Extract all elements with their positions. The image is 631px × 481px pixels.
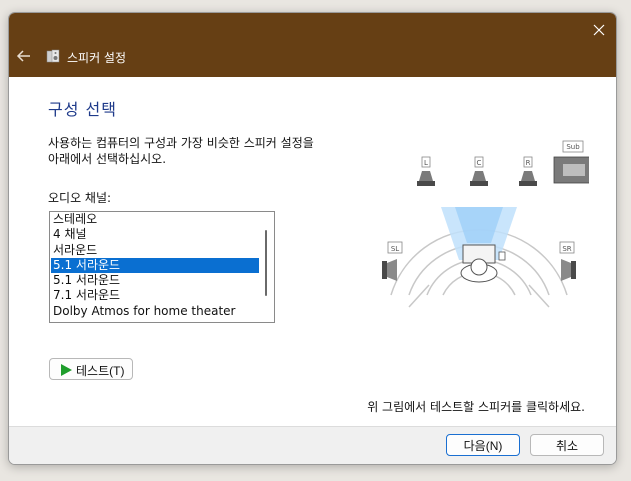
audio-channel-option[interactable]: 7.1 서라운드 (51, 288, 259, 303)
speaker-diagram: L C R Sub SL SR (382, 140, 589, 308)
speaker-setup-dialog: 스피커 설정 구성 선택 사용하는 컴퓨터의 구성과 가장 비슷한 스피커 설정… (8, 12, 617, 465)
back-arrow-icon[interactable] (15, 47, 33, 65)
speaker-front-left-label: L (424, 159, 428, 167)
window-title: 스피커 설정 (67, 51, 127, 65)
speaker-surround-right-label: SR (562, 245, 571, 253)
speaker-center-label: C (477, 159, 482, 167)
next-button[interactable]: 다음(N) (446, 434, 520, 456)
test-button[interactable]: 테스트(T) (49, 358, 133, 380)
audio-channel-list[interactable]: 스테레오 4 채널 서라운드 5.1 서라운드 5.1 서라운드 7.1 서라운드 Dolb… (49, 211, 275, 323)
audio-channel-option[interactable]: 스테레오 (51, 212, 259, 227)
cancel-button[interactable]: 취소 (530, 434, 604, 456)
play-icon (61, 364, 72, 376)
dialog-footer: 다음(N) 취소 (9, 426, 616, 464)
speaker-front-right[interactable]: R (519, 156, 537, 186)
title-bar: 스피커 설정 (9, 13, 616, 77)
audio-channel-label: 오디오 채널: (48, 191, 112, 205)
speaker-front-left[interactable]: L (417, 156, 435, 186)
speaker-front-right-label: R (526, 159, 531, 167)
test-hint-text: 위 그림에서 테스트할 스피커를 클릭하세요. (367, 400, 585, 414)
instruction-text: 사용하는 컴퓨터의 구성과 가장 비슷한 스피커 설정을 아래에서 선택하십시오… (48, 136, 314, 166)
audio-channel-option[interactable]: 5.1 서라운드 (51, 273, 259, 288)
speaker-center[interactable]: C (470, 156, 488, 186)
audio-channel-option[interactable]: 5.1 서라운드 (51, 257, 259, 274)
speaker-app-icon (46, 49, 60, 63)
list-scrollbar[interactable] (265, 230, 267, 296)
test-button-label: 테스트(T) (76, 364, 125, 378)
page-title: 구성 선택 (48, 100, 117, 119)
audio-channel-option[interactable]: 서라운드 (51, 243, 259, 258)
audio-channel-option[interactable]: 4 채널 (51, 227, 259, 242)
dialog-content: 구성 선택 사용하는 컴퓨터의 구성과 가장 비슷한 스피커 설정을 아래에서 … (9, 77, 616, 426)
audio-channel-option[interactable]: Dolby Atmos for home theater (51, 304, 259, 319)
speaker-subwoofer-label: Sub (566, 143, 580, 151)
speaker-subwoofer[interactable]: Sub (553, 140, 589, 184)
close-icon[interactable] (588, 19, 610, 41)
speaker-surround-left-label: SL (391, 245, 399, 253)
speaker-surround-right[interactable]: SR (559, 241, 576, 281)
